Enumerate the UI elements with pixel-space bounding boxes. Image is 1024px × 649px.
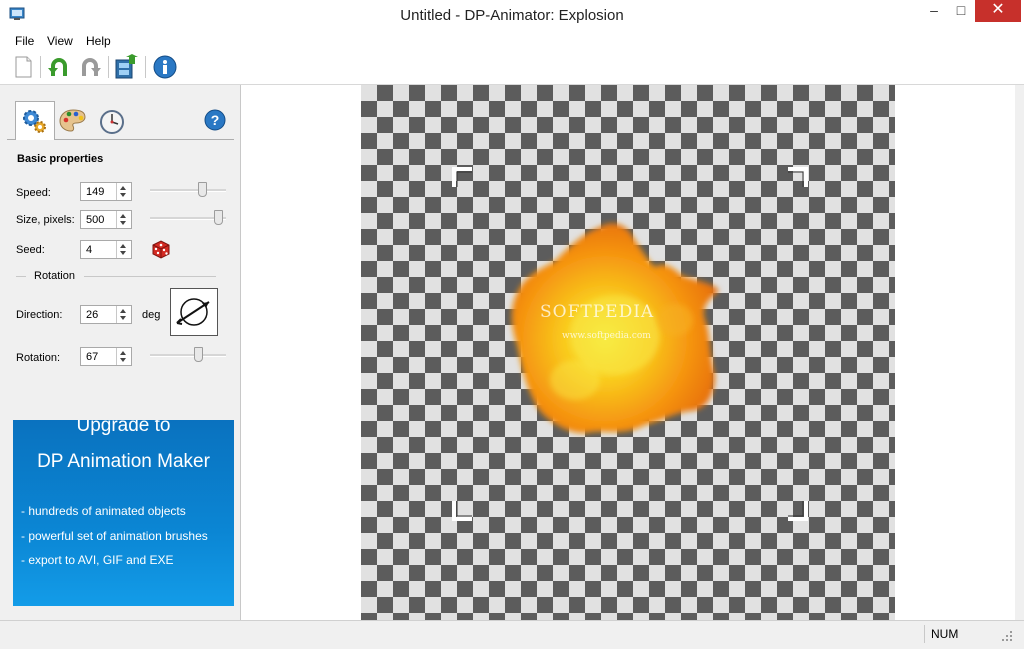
toolbar-separator <box>145 56 146 78</box>
promo-product: DP Animation Maker <box>37 451 210 472</box>
spin-arrows[interactable] <box>116 183 131 200</box>
undo-icon[interactable] <box>46 54 72 80</box>
section-title: Basic properties <box>17 153 104 165</box>
title-bar: Untitled - DP-Animator: Explosion – □ ✕ <box>0 0 1024 32</box>
toolbar-separator <box>40 56 41 78</box>
minimize-button[interactable]: – <box>920 0 948 22</box>
tab-colors[interactable] <box>55 103 93 139</box>
promo-bullet: - hundreds of animated objects <box>21 504 186 518</box>
watermark-url: www.softpedia.com <box>562 331 651 341</box>
resize-grip-icon[interactable] <box>1000 629 1014 643</box>
slider-thumb[interactable] <box>214 210 223 225</box>
speed-value: 149 <box>86 186 105 198</box>
toolbar-separator <box>108 56 109 78</box>
promo-bullet: - export to AVI, GIF and EXE <box>21 553 174 567</box>
corner-handle-bottom-right[interactable] <box>786 499 808 521</box>
new-icon[interactable] <box>10 54 36 80</box>
upgrade-banner[interactable]: Upgrade to DP Animation Maker - hundreds… <box>13 420 234 606</box>
gears-icon <box>23 110 46 133</box>
size-label: Size, pixels: <box>16 214 75 226</box>
window-title: Untitled - DP-Animator: Explosion <box>400 7 624 24</box>
dice-icon[interactable] <box>150 238 172 260</box>
spin-arrows[interactable] <box>116 348 131 365</box>
promo-bullet: - powerful set of animation brushes <box>21 529 208 543</box>
direction-stepper[interactable]: 26 <box>80 305 132 324</box>
corner-handle-bottom-left[interactable] <box>452 499 474 521</box>
toolbar <box>0 51 1024 85</box>
menu-help[interactable]: Help <box>86 34 111 48</box>
redo-icon[interactable] <box>77 54 103 80</box>
speed-stepper[interactable]: 149 <box>80 182 132 201</box>
direction-arrow-icon <box>176 298 210 326</box>
spin-arrows[interactable] <box>116 306 131 323</box>
canvas-edge <box>1015 85 1024 620</box>
tab-properties[interactable] <box>15 101 55 140</box>
speed-slider[interactable] <box>150 181 226 199</box>
seed-stepper[interactable]: 4 <box>80 240 132 259</box>
spin-arrows[interactable] <box>116 241 131 258</box>
explosion-sprite <box>511 223 719 434</box>
slider-thumb[interactable] <box>198 182 207 197</box>
maximize-button[interactable]: □ <box>948 0 974 22</box>
size-slider[interactable] <box>150 209 226 227</box>
tab-timing[interactable] <box>94 103 132 139</box>
watermark-text: SOFTPEDIA <box>540 302 655 322</box>
direction-dial[interactable] <box>170 288 218 336</box>
clock-icon <box>100 110 124 134</box>
rotation-group-title: Rotation <box>34 270 75 282</box>
corner-handle-top-left[interactable] <box>452 167 474 189</box>
slider-thumb[interactable] <box>194 347 203 362</box>
seed-value: 4 <box>86 244 93 256</box>
info-icon[interactable] <box>152 54 178 80</box>
speed-label: Speed: <box>16 187 51 199</box>
corner-handle-top-right[interactable] <box>786 167 808 189</box>
close-button[interactable]: ✕ <box>975 0 1021 22</box>
spin-arrows[interactable] <box>116 211 131 228</box>
seed-label: Seed: <box>16 244 45 256</box>
status-bar: NUM <box>0 620 1024 649</box>
rotation-slider[interactable] <box>150 346 226 364</box>
rotation-label: Rotation: <box>16 352 61 364</box>
direction-value: 26 <box>86 309 99 321</box>
numlock-indicator: NUM <box>924 625 994 643</box>
promo-heading: Upgrade to <box>76 420 171 436</box>
menu-bar: File View Help <box>0 31 1024 51</box>
palette-icon <box>59 109 86 132</box>
rotation-value: 67 <box>86 351 99 363</box>
direction-label: Direction: <box>16 309 63 321</box>
svg-text:?: ? <box>211 112 220 128</box>
menu-view[interactable]: View <box>47 34 73 48</box>
size-stepper[interactable]: 500 <box>80 210 132 229</box>
export-icon[interactable] <box>113 54 139 80</box>
direction-unit: deg <box>142 309 161 321</box>
menu-file[interactable]: File <box>15 34 34 48</box>
rotation-stepper[interactable]: 67 <box>80 347 132 366</box>
help-icon[interactable]: ? <box>204 109 226 131</box>
size-value: 500 <box>86 214 105 226</box>
properties-panel: ? Basic properties Speed: 149 Size, pixe… <box>0 85 241 620</box>
